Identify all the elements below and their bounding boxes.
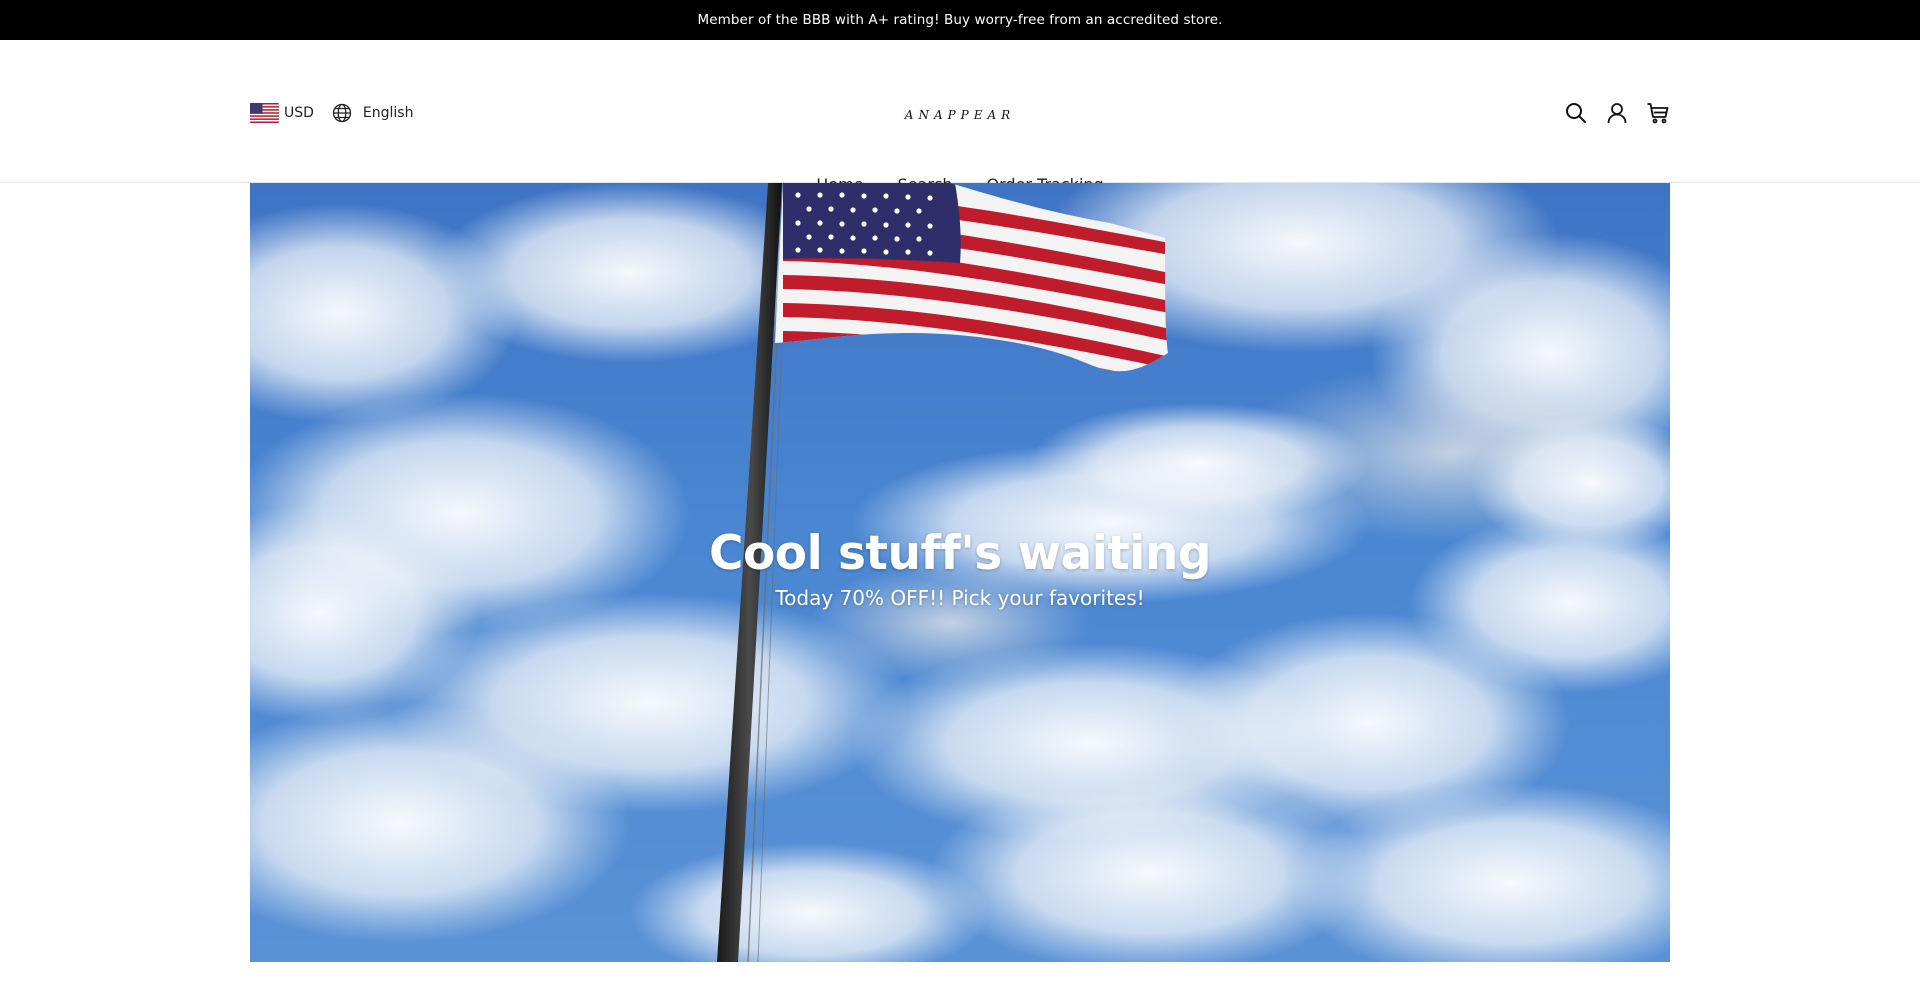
header-icons [1564,101,1670,125]
locale-selector: USD English [250,103,413,123]
logo-text: ANAPPEAR [904,108,1016,122]
site-header: USD English ANAPPEAR [0,40,1920,194]
header-inner: USD English ANAPPEAR [250,40,1670,194]
currency-label: USD [284,105,314,121]
hero-subtitle: Today 70% OFF!! Pick your favorites! [775,586,1145,611]
hero-text-block: Cool stuff's waiting Today 70% OFF!! Pic… [250,526,1670,610]
language-selector[interactable]: English [332,103,414,123]
search-icon[interactable] [1564,101,1588,125]
language-label: English [362,105,414,121]
hero-banner[interactable]: Cool stuff's waiting Today 70% OFF!! Pic… [250,183,1670,962]
announcement-bar: Member of the BBB with A+ rating! Buy wo… [0,0,1920,40]
announcement-text: Member of the BBB with A+ rating! Buy wo… [697,12,1223,28]
globe-icon [332,103,352,123]
us-flag-icon [250,103,279,123]
cart-icon[interactable] [1646,101,1670,125]
store-logo[interactable]: ANAPPEAR [905,108,1015,122]
currency-selector[interactable]: USD [250,103,314,123]
hero-title: Cool stuff's waiting [709,526,1212,581]
account-icon[interactable] [1605,101,1629,125]
